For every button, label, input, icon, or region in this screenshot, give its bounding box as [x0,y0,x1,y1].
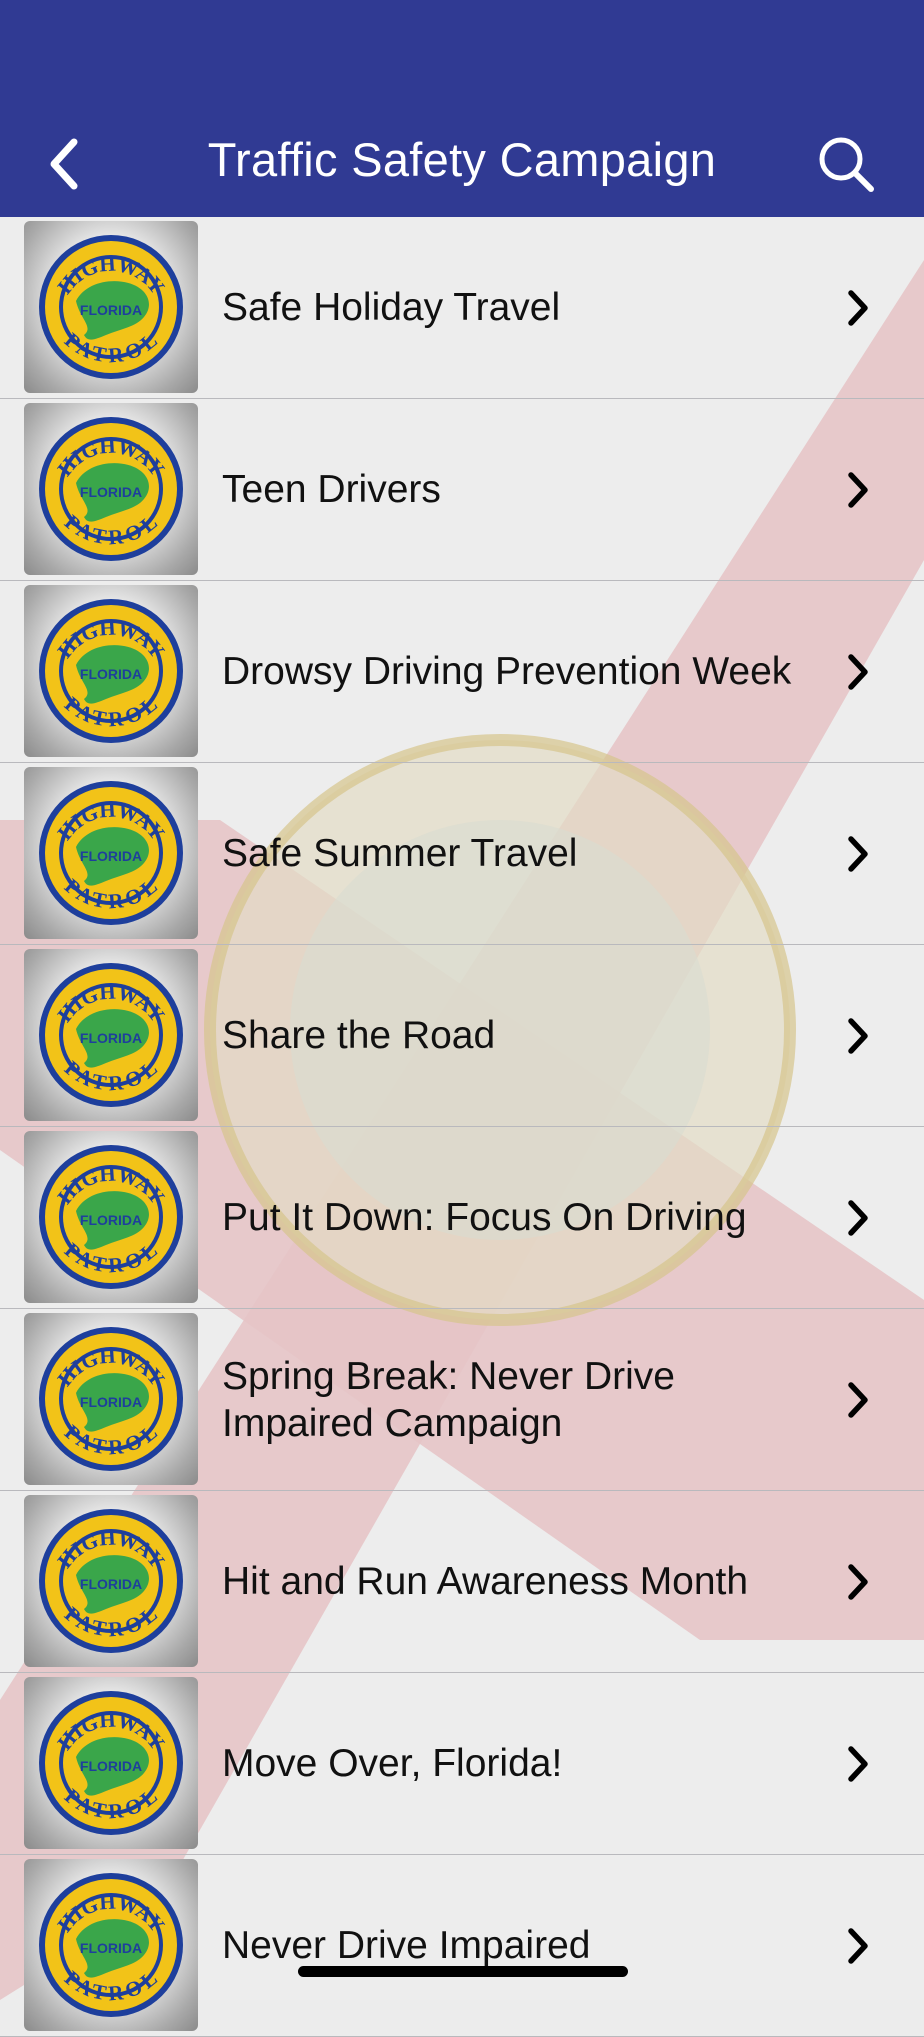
svg-text:FLORIDA: FLORIDA [80,1212,142,1228]
campaign-row[interactable]: FLORIDA HIGHWAY PATROL Teen Drivers [0,399,924,581]
svg-text:FLORIDA: FLORIDA [80,302,142,318]
campaign-title: Move Over, Florida! [222,1742,563,1785]
campaign-title: Put It Down: Focus On Driving [222,1196,747,1239]
campaign-title: Hit and Run Awareness Month [222,1560,749,1603]
chevron-right-icon [848,654,868,690]
campaign-title: Never Drive Impaired [222,1924,591,1967]
chevron-right-icon [848,290,868,326]
campaign-row[interactable]: FLORIDA HIGHWAY PATROL Drowsy Driving Pr… [0,581,924,763]
svg-text:FLORIDA: FLORIDA [80,484,142,500]
highway-patrol-badge-image: FLORIDA HIGHWAY PATROL [24,1859,198,2031]
highway-patrol-badge-image: FLORIDA HIGHWAY PATROL [24,767,198,939]
campaign-row[interactable]: FLORIDA HIGHWAY PATROL Safe Summer Trave… [0,763,924,945]
campaign-title: Teen Drivers [222,468,441,511]
campaign-row[interactable]: FLORIDA HIGHWAY PATROL Safe Holiday Trav… [0,217,924,399]
campaign-row[interactable]: FLORIDA HIGHWAY PATROL Move Over, Florid… [0,1673,924,1855]
campaign-row[interactable]: FLORIDA HIGHWAY PATROL Put It Down: Focu… [0,1127,924,1309]
campaign-title: Safe Summer Travel [222,832,578,875]
campaign-title: Share the Road [222,1014,496,1057]
app-header: Traffic Safety Campaign [0,0,924,217]
highway-patrol-badge-image: FLORIDA HIGHWAY PATROL [24,585,198,757]
highway-patrol-badge-image: FLORIDA HIGHWAY PATROL [24,1313,198,1485]
svg-text:FLORIDA: FLORIDA [80,1394,142,1410]
chevron-right-icon [848,1746,868,1782]
chevron-right-icon [848,1928,868,1964]
page-title: Traffic Safety Campaign [207,133,717,186]
campaign-title: Safe Holiday Travel [222,286,561,329]
svg-text:FLORIDA: FLORIDA [80,666,142,682]
campaign-row[interactable]: FLORIDA HIGHWAY PATROL Spring Break: Nev… [0,1309,924,1491]
svg-text:FLORIDA: FLORIDA [80,848,142,864]
highway-patrol-badge-image: FLORIDA HIGHWAY PATROL [24,1131,198,1303]
campaign-row[interactable]: FLORIDA HIGHWAY PATROL Share the Road [0,945,924,1127]
highway-patrol-badge-image: FLORIDA HIGHWAY PATROL [24,1677,198,1849]
highway-patrol-badge-image: FLORIDA HIGHWAY PATROL [24,1495,198,1667]
campaign-title: Spring Break: Never Drive Impaired Campa… [222,1354,675,1445]
chevron-right-icon [848,1200,868,1236]
svg-text:FLORIDA: FLORIDA [80,1576,142,1592]
highway-patrol-badge-image: FLORIDA HIGHWAY PATROL [24,221,198,393]
home-indicator [298,1966,628,1977]
campaign-row[interactable]: FLORIDA HIGHWAY PATROL Hit and Run Aware… [0,1491,924,1673]
chevron-right-icon [848,472,868,508]
campaign-list: FLORIDA HIGHWAY PATROL Safe Holiday Trav… [0,217,924,2037]
chevron-right-icon [848,1018,868,1054]
campaign-row[interactable]: FLORIDA HIGHWAY PATROL Never Drive Impai… [0,1855,924,2037]
highway-patrol-badge-image: FLORIDA HIGHWAY PATROL [24,403,198,575]
svg-text:FLORIDA: FLORIDA [80,1030,142,1046]
search-icon [819,137,874,192]
search-button[interactable] [816,134,876,194]
svg-text:FLORIDA: FLORIDA [80,1758,142,1774]
chevron-right-icon [848,1564,868,1600]
chevron-right-icon [848,1382,868,1418]
campaign-title: Drowsy Driving Prevention Week [222,650,792,693]
svg-text:FLORIDA: FLORIDA [80,1940,142,1956]
highway-patrol-badge-image: FLORIDA HIGHWAY PATROL [24,949,198,1121]
chevron-right-icon [848,836,868,872]
